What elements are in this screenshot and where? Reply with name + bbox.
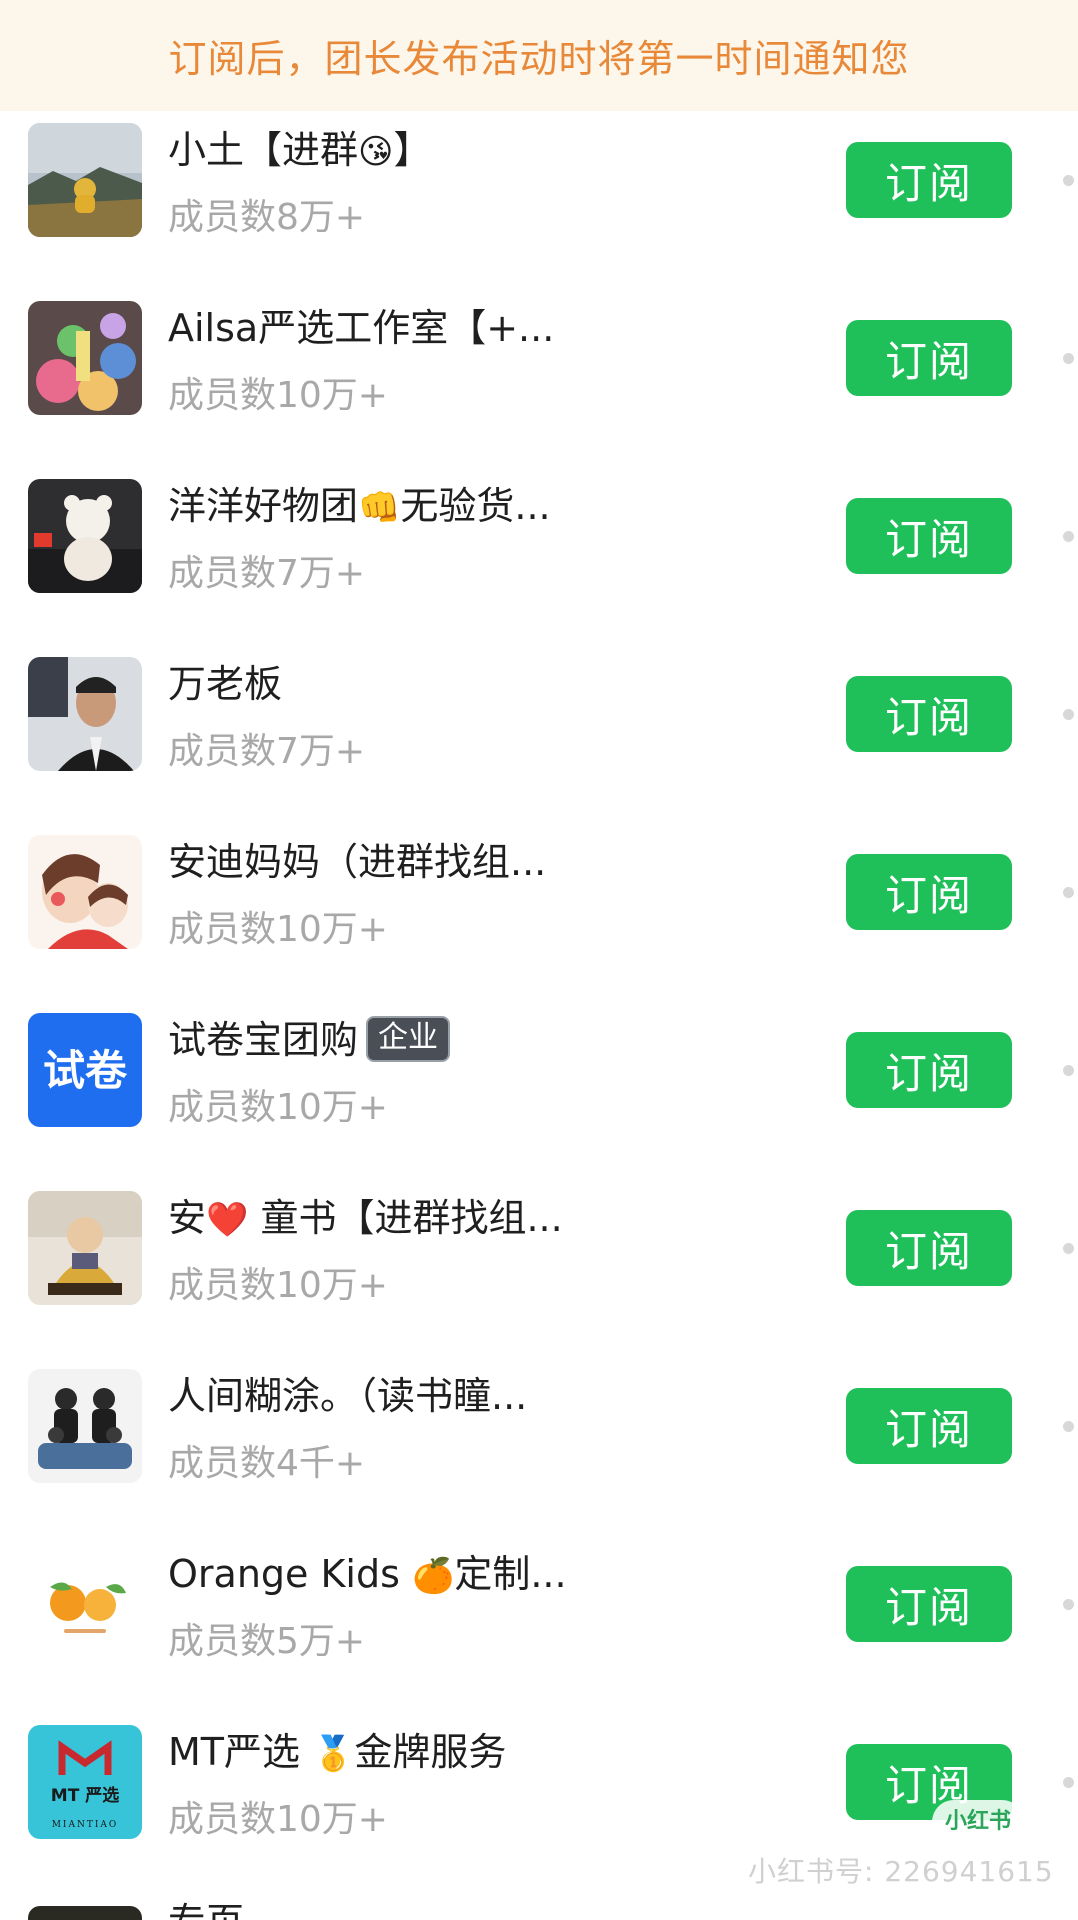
- red-heart-emoji-icon: ❤️: [206, 1200, 249, 1240]
- group-name: 万老板: [168, 662, 283, 706]
- svg-text:试卷: 试卷: [43, 1046, 128, 1095]
- scroll-dot: [1063, 1243, 1074, 1254]
- list-item[interactable]: 安❤️ 童书【进群找组... 成员数10万+ 订阅: [0, 1188, 1078, 1366]
- group-name: Ailsa严选工作室【+...: [168, 306, 555, 350]
- list-item[interactable]: 安迪妈妈（进群找组... 成员数10万+ 订阅: [0, 832, 1078, 1010]
- subscribe-button[interactable]: 订阅: [846, 498, 1012, 574]
- member-count: 成员数7万+: [168, 731, 366, 772]
- shijuan-logo-icon: 试卷: [28, 1013, 142, 1127]
- colorful-toys-photo-icon: [28, 301, 142, 415]
- orange-emoji-icon: 🍊: [411, 1556, 455, 1596]
- subscription-page: 订阅后，团长发布活动时将第一时间通知您 小土【进群😘】 成员数8万+ 订阅 Ai…: [0, 0, 1078, 1920]
- group-name: 安❤️ 童书【进群找组...: [168, 1196, 563, 1240]
- family-photo-icon: [28, 1369, 142, 1483]
- subscribe-button[interactable]: 订阅: [846, 320, 1012, 396]
- member-count: 成员数10万+: [168, 1799, 388, 1840]
- subscribe-button[interactable]: 订阅: [846, 1566, 1012, 1642]
- avatar: [28, 1369, 142, 1483]
- scroll-dot: [1063, 1599, 1074, 1610]
- watermark-text: 小红书号: 226941615: [748, 1855, 1054, 1888]
- mother-child-illustration-icon: [28, 835, 142, 949]
- scroll-dot: [1063, 1777, 1074, 1788]
- avatar: [28, 1547, 142, 1661]
- group-name: 小土【进群😘】: [168, 128, 432, 172]
- group-name: Orange Kids 🍊定制...: [168, 1552, 567, 1596]
- list-item[interactable]: 洋洋好物团👊无验货... 成员数7万+ 订阅: [0, 476, 1078, 654]
- white-plush-bear-photo-icon: [28, 479, 142, 593]
- subscribe-button[interactable]: 订阅: [846, 854, 1012, 930]
- man-portrait-photo-icon: [28, 657, 142, 771]
- xiaohongshu-logo: 小红书: [932, 1800, 1024, 1844]
- list-item[interactable]: Orange Kids 🍊定制... 成员数5万+ 订阅: [0, 1544, 1078, 1722]
- list-item[interactable]: 万老板 成员数7万+ 订阅: [0, 654, 1078, 832]
- kiss-emoji-icon: 😘: [358, 132, 394, 172]
- enterprise-badge: 企业: [366, 1016, 451, 1062]
- subscribe-button[interactable]: 订阅: [846, 1032, 1012, 1108]
- list-item[interactable]: 试卷 试卷宝团购 企业 成员数10万+ 订阅: [0, 1010, 1078, 1188]
- group-list: 小土【进群😘】 成员数8万+ 订阅 Ailsa严选工作室【+... 成员数10万…: [0, 120, 1078, 1900]
- member-count: 成员数4千+: [168, 1443, 366, 1484]
- landscape-photo-icon: [28, 123, 142, 237]
- orange-kids-logo-icon: [28, 1547, 142, 1661]
- mt-yanxuan-logo-icon: MT 严选 MIANTIAO: [28, 1725, 142, 1839]
- avatar: [28, 1906, 142, 1920]
- gold-medal-emoji-icon: 🥇: [312, 1734, 355, 1774]
- member-count: 成员数5万+: [168, 1621, 366, 1662]
- scroll-dot: [1063, 887, 1074, 898]
- scroll-dot: [1063, 709, 1074, 720]
- avatar: MT 严选 MIANTIAO: [28, 1725, 142, 1839]
- monk-figurine-photo-icon: [28, 1191, 142, 1305]
- subscribe-notice-banner: 订阅后，团长发布活动时将第一时间通知您: [0, 0, 1078, 111]
- member-count: 成员数10万+: [168, 1265, 388, 1306]
- avatar: 试卷: [28, 1013, 142, 1127]
- list-item[interactable]: Ailsa严选工作室【+... 成员数10万+ 订阅: [0, 298, 1078, 476]
- group-name: 试卷宝团购 企业: [168, 1010, 451, 1070]
- next-list-item-partial: 专页: [0, 1900, 1078, 1920]
- scroll-dot: [1063, 531, 1074, 542]
- member-count: 成员数10万+: [168, 909, 388, 950]
- avatar: [28, 123, 142, 237]
- group-name: MT严选 🥇金牌服务: [168, 1730, 507, 1774]
- avatar: [28, 301, 142, 415]
- fist-emoji-icon: 👊: [358, 488, 401, 528]
- subscribe-button[interactable]: 订阅: [846, 142, 1012, 218]
- avatar: [28, 1191, 142, 1305]
- member-count: 成员数10万+: [168, 375, 388, 416]
- list-item[interactable]: 人间糊涂。（读书瞳... 成员数4千+ 订阅: [0, 1366, 1078, 1544]
- scroll-dot: [1063, 353, 1074, 364]
- member-count: 成员数7万+: [168, 553, 366, 594]
- group-name: 安迪妈妈（进群找组...: [168, 840, 547, 884]
- group-name: 专页: [168, 1902, 244, 1920]
- notice-text: 订阅后，团长发布活动时将第一时间通知您: [168, 37, 910, 81]
- list-item[interactable]: 小土【进群😘】 成员数8万+ 订阅: [0, 120, 1078, 298]
- group-name: 人间糊涂。（读书瞳...: [168, 1374, 528, 1418]
- scroll-dot: [1063, 1065, 1074, 1076]
- subscribe-button[interactable]: 订阅: [846, 1388, 1012, 1464]
- scroll-dot: [1063, 1421, 1074, 1432]
- avatar: [28, 479, 142, 593]
- member-count: 成员数8万+: [168, 197, 366, 238]
- svg-text:MT 严选: MT 严选: [51, 1786, 119, 1806]
- subscribe-button[interactable]: 订阅: [846, 1210, 1012, 1286]
- subscribe-button[interactable]: 订阅: [846, 676, 1012, 752]
- group-name: 洋洋好物团👊无验货...: [168, 484, 551, 528]
- member-count: 成员数10万+: [168, 1087, 388, 1128]
- scroll-dot: [1063, 175, 1074, 186]
- avatar: [28, 835, 142, 949]
- avatar: [28, 657, 142, 771]
- svg-text:MIANTIAO: MIANTIAO: [52, 1820, 119, 1830]
